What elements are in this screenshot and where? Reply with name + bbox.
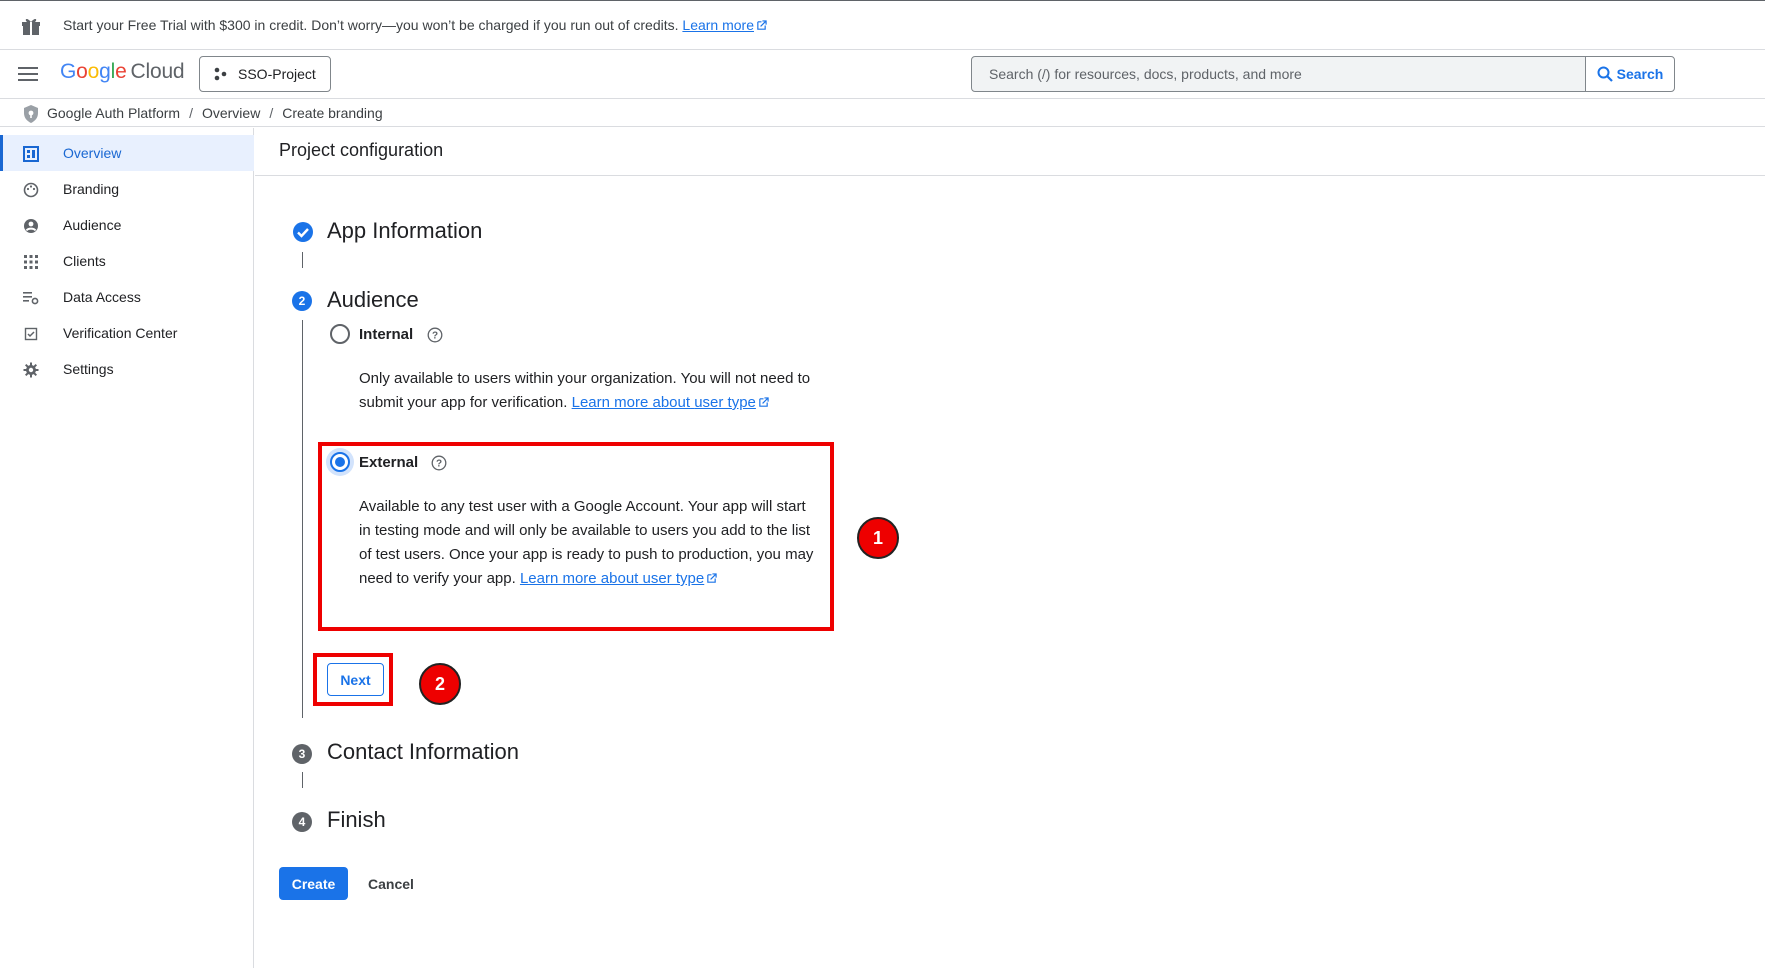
external-link-icon [759, 397, 769, 407]
breadcrumb: Google Auth Platform / Overview / Create bra… [0, 99, 1765, 127]
step-title-contact-information: Contact Information [327, 739, 519, 764]
banner-text: Start your Free Trial with $300 in credi… [63, 17, 767, 33]
breadcrumb-item-overview[interactable]: Overview [202, 105, 260, 121]
step-title-audience: Audience [327, 287, 419, 312]
apps-grid-icon [24, 255, 38, 269]
step-complete-check-icon [293, 222, 313, 242]
step-title-finish: Finish [327, 807, 386, 832]
sidebar-item-branding[interactable]: Branding [0, 171, 254, 207]
sidebar-item-settings[interactable]: Settings [0, 351, 254, 387]
stepper-connector [302, 772, 303, 788]
google-cloud-logo[interactable]: Google Cloud [60, 60, 185, 84]
sidebar-item-data-access[interactable]: Data Access [0, 279, 254, 315]
sidebar: Overview Branding Audience Clients Data … [0, 128, 254, 968]
top-header: Google Cloud SSO-Project Search (/) for r… [0, 50, 1765, 99]
internal-radio[interactable] [330, 324, 350, 344]
svg-text:?: ? [432, 331, 438, 342]
search-button[interactable]: Search [1585, 56, 1675, 92]
external-link-icon [757, 20, 767, 30]
sidebar-item-overview[interactable]: Overview [0, 135, 254, 171]
next-button[interactable]: Next [327, 663, 384, 696]
stepper-connector [302, 320, 303, 718]
stepper-connector [302, 252, 303, 268]
banner-learn-more-link[interactable]: Learn more [682, 17, 767, 33]
verification-icon [24, 327, 38, 341]
help-icon[interactable]: ? [427, 327, 443, 343]
sidebar-item-clients[interactable]: Clients [0, 243, 254, 279]
account-circle-icon [24, 219, 38, 233]
internal-learn-more-link[interactable]: Learn more about user type [572, 394, 756, 411]
step-number-finish: 4 [292, 812, 312, 832]
breadcrumb-item-auth-platform[interactable]: Google Auth Platform [47, 105, 180, 121]
create-button[interactable]: Create [279, 867, 348, 900]
step-number-contact: 3 [292, 744, 312, 764]
annotation-badge-2: 2 [419, 663, 461, 705]
shield-icon [24, 105, 38, 123]
title-divider [255, 175, 1765, 176]
gift-icon [22, 18, 40, 35]
step-number-audience: 2 [292, 291, 312, 311]
project-name: SSO-Project [238, 66, 316, 82]
annotation-highlight-external [318, 442, 834, 631]
sidebar-item-audience[interactable]: Audience [0, 207, 254, 243]
project-picker-button[interactable]: SSO-Project [199, 56, 331, 92]
internal-label: Internal [359, 326, 414, 343]
search-input[interactable]: Search (/) for resources, docs, products… [971, 56, 1586, 92]
trial-banner: Start your Free Trial with $300 in credi… [0, 0, 1765, 50]
project-icon [214, 67, 227, 81]
breadcrumb-item-create-branding: Create branding [282, 105, 383, 121]
internal-description: Only available to users within your orga… [359, 370, 811, 411]
annotation-badge-1: 1 [857, 517, 899, 559]
data-settings-icon [23, 292, 39, 305]
dashboard-icon [23, 146, 39, 162]
page-title: Project configuration [279, 140, 444, 160]
sidebar-item-verification-center[interactable]: Verification Center [0, 315, 254, 351]
search-icon [1597, 66, 1613, 82]
cancel-button[interactable]: Cancel [360, 867, 422, 900]
main-menu-icon[interactable] [18, 67, 38, 81]
gear-icon [23, 362, 39, 378]
step-title-app-information: App Information [327, 218, 483, 243]
palette-icon [23, 182, 39, 198]
